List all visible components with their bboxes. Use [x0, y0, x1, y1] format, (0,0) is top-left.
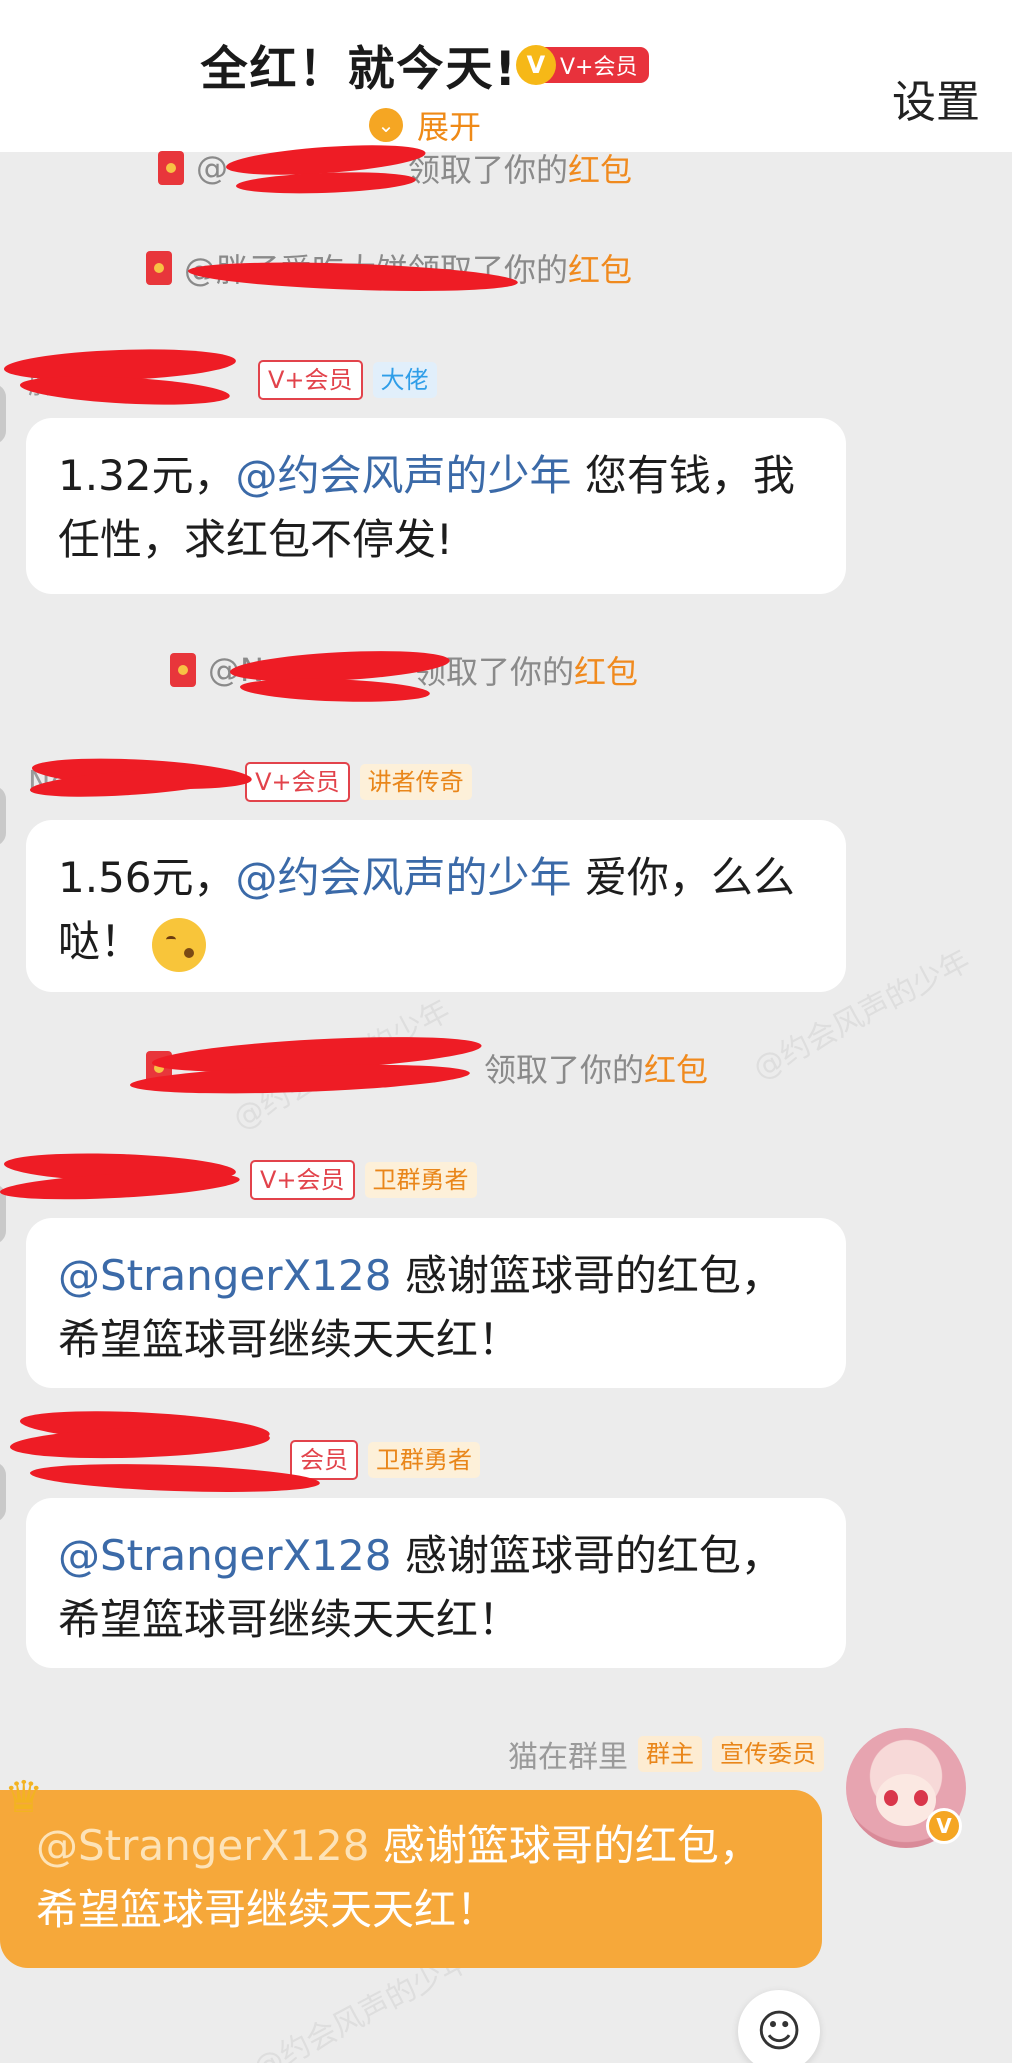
emoji-button[interactable]: ☺	[738, 1990, 820, 2063]
vip-tag: 会员	[290, 1440, 358, 1480]
chevron-down-icon: ⌄	[368, 108, 403, 142]
avatar[interactable]	[0, 1462, 6, 1522]
title-tag: 讲者传奇	[359, 764, 472, 800]
message-bubble[interactable]: @StrangerX128 感谢篮球哥的红包，希望篮球哥继续天天红！	[26, 1498, 846, 1668]
notice-red-packet-link[interactable]: 红包	[568, 245, 632, 291]
vip-tag: V+会员	[250, 1160, 355, 1200]
title-tag: 卫群勇者	[364, 1162, 477, 1198]
title-tag: 卫群勇者	[368, 1442, 480, 1478]
red-envelope-icon	[158, 151, 184, 185]
avatar[interactable]	[0, 786, 6, 846]
mention-link[interactable]: @StrangerX128	[58, 1251, 391, 1300]
crown-icon: ♛	[4, 1772, 44, 1823]
vip-badge: V V+会员	[515, 44, 650, 85]
notice-user[interactable]: @	[196, 149, 228, 187]
role-tag: 宣传委员	[712, 1736, 824, 1772]
settings-button[interactable]: 设置	[892, 66, 980, 130]
vip-tag: V+会员	[258, 360, 363, 400]
notice-action: 领取了你的	[484, 1051, 645, 1089]
mention-link[interactable]: @StrangerX128	[36, 1821, 369, 1870]
title-tag: 大佬	[372, 362, 437, 398]
chat-title: 全红！就今天!	[200, 42, 518, 97]
chat-header: 全红！就今天! V V+会员 ⌄ 展开 设置	[0, 0, 1012, 152]
group-owner-tag: 群主	[638, 1736, 702, 1772]
expand-button[interactable]: ⌄ 展开	[0, 102, 850, 148]
avatar-eye	[884, 1790, 898, 1806]
message-bubble[interactable]: @StrangerX128 感谢篮球哥的红包，希望篮球哥继续天天红！	[26, 1218, 846, 1388]
expand-label: 展开	[416, 108, 481, 146]
message-bubble[interactable]: 1.32元，@约会风声的少年 您有钱，我任性，求红包不停发!	[26, 418, 846, 594]
vip-v-icon: V	[515, 44, 556, 85]
mention-link[interactable]: @约会风声的少年	[236, 853, 572, 902]
sender-name[interactable]: 猫在群里	[508, 1732, 628, 1776]
vip-tag: V+会员	[245, 762, 350, 802]
message-bubble[interactable]: 1.56元，@约会风声的少年 爱你，么么哒！	[26, 820, 846, 992]
mention-link[interactable]: @StrangerX128	[58, 1531, 391, 1580]
chat-title-row: 全红！就今天! V V+会员	[0, 30, 850, 99]
vip-badge-label: V+会员	[559, 54, 638, 80]
avatar-eye	[914, 1790, 928, 1806]
red-envelope-icon	[170, 653, 196, 687]
own-message-bubble[interactable]: @StrangerX128 感谢篮球哥的红包，希望篮球哥继续天天红！	[0, 1790, 822, 1968]
notice-red-packet-link[interactable]: 红包	[568, 145, 632, 191]
verified-badge-icon: V	[926, 1808, 962, 1844]
mention-link[interactable]: @约会风声的少年	[236, 451, 572, 500]
avatar[interactable]	[0, 384, 6, 444]
smiley-plus-icon: ☺	[756, 2005, 802, 2057]
own-message-sender: 猫在群里 群主 宣传委员	[508, 1732, 824, 1776]
message-amount: 1.56元，	[58, 853, 236, 902]
red-envelope-icon	[146, 251, 172, 285]
kissing-face-emoji-icon	[152, 917, 207, 972]
notice-action: 领取了你的	[408, 151, 569, 189]
notice-red-packet-link[interactable]: 红包	[574, 647, 638, 693]
notice-red-packet-link[interactable]: 红包	[644, 1045, 708, 1091]
message-amount: 1.32元，	[58, 451, 236, 500]
